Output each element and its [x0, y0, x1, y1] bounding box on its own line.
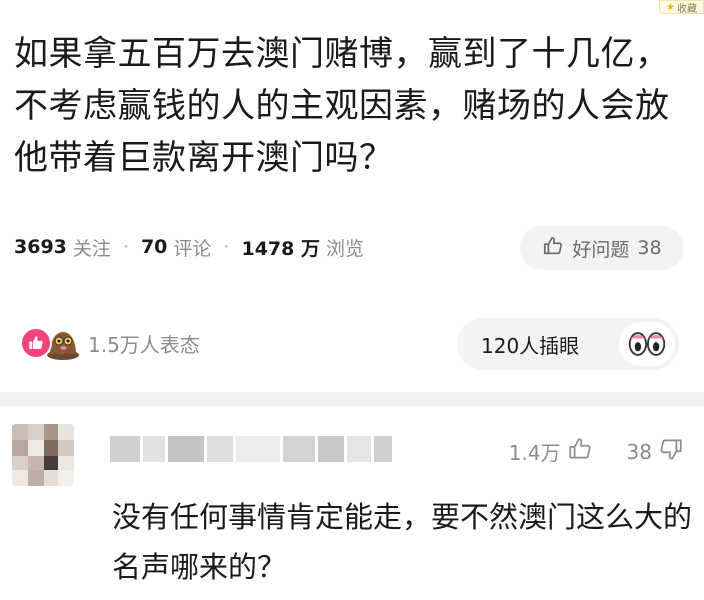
stats-separator: · — [122, 236, 129, 258]
favorite-badge[interactable]: ★ 收藏 — [659, 0, 704, 15]
star-icon: ★ — [666, 1, 675, 13]
eyes-icon — [619, 322, 675, 366]
avatar[interactable] — [12, 424, 74, 486]
eye-reaction-text: 120人插眼 — [481, 333, 580, 358]
reaction-summary[interactable]: 1.5万人表态 — [20, 320, 200, 366]
follow-label[interactable]: 关注 — [73, 234, 111, 261]
stats-separator: · — [223, 236, 230, 258]
thumb-down-outline-icon[interactable] — [652, 436, 684, 467]
thumb-up-icon — [542, 235, 564, 262]
comment-dislike-count: 38 — [626, 439, 652, 464]
comment-label[interactable]: 评论 — [173, 234, 211, 261]
good-question-button[interactable]: 好问题 38 — [520, 226, 684, 270]
view-label: 浏览 — [325, 237, 364, 260]
comment-like-count: 1.4万 — [508, 441, 561, 465]
username-obscured[interactable] — [110, 436, 392, 462]
comment-count: 70 — [140, 236, 168, 258]
question-title: 如果拿五百万去澳门赌博，赢到了十几亿，不考虑赢钱的人的主观因素，赌场的人会放他带… — [14, 34, 670, 178]
comment-text: 没有任何事情肯定能走，要不然澳门这么大的名声哪来的？ — [112, 500, 693, 584]
section-divider — [0, 392, 704, 406]
favorite-label: 收藏 — [677, 3, 697, 15]
follow-count: 3693 — [14, 236, 67, 258]
thumb-up-badge-icon — [20, 327, 52, 359]
view-count: 1478 万 — [241, 237, 320, 260]
good-question-count: 38 — [637, 237, 662, 259]
question-stats: 3693 关注 · 70 评论 · 1478 万 浏览 — [14, 231, 364, 263]
reaction-text: 1.5万人表态 — [88, 332, 200, 357]
comment-actions: 1.4万 38 — [509, 436, 684, 467]
thumb-up-outline-icon[interactable] — [561, 436, 593, 467]
eye-reaction-button[interactable]: 120人插眼 — [457, 318, 679, 370]
good-question-label: 好问题 — [572, 238, 630, 261]
